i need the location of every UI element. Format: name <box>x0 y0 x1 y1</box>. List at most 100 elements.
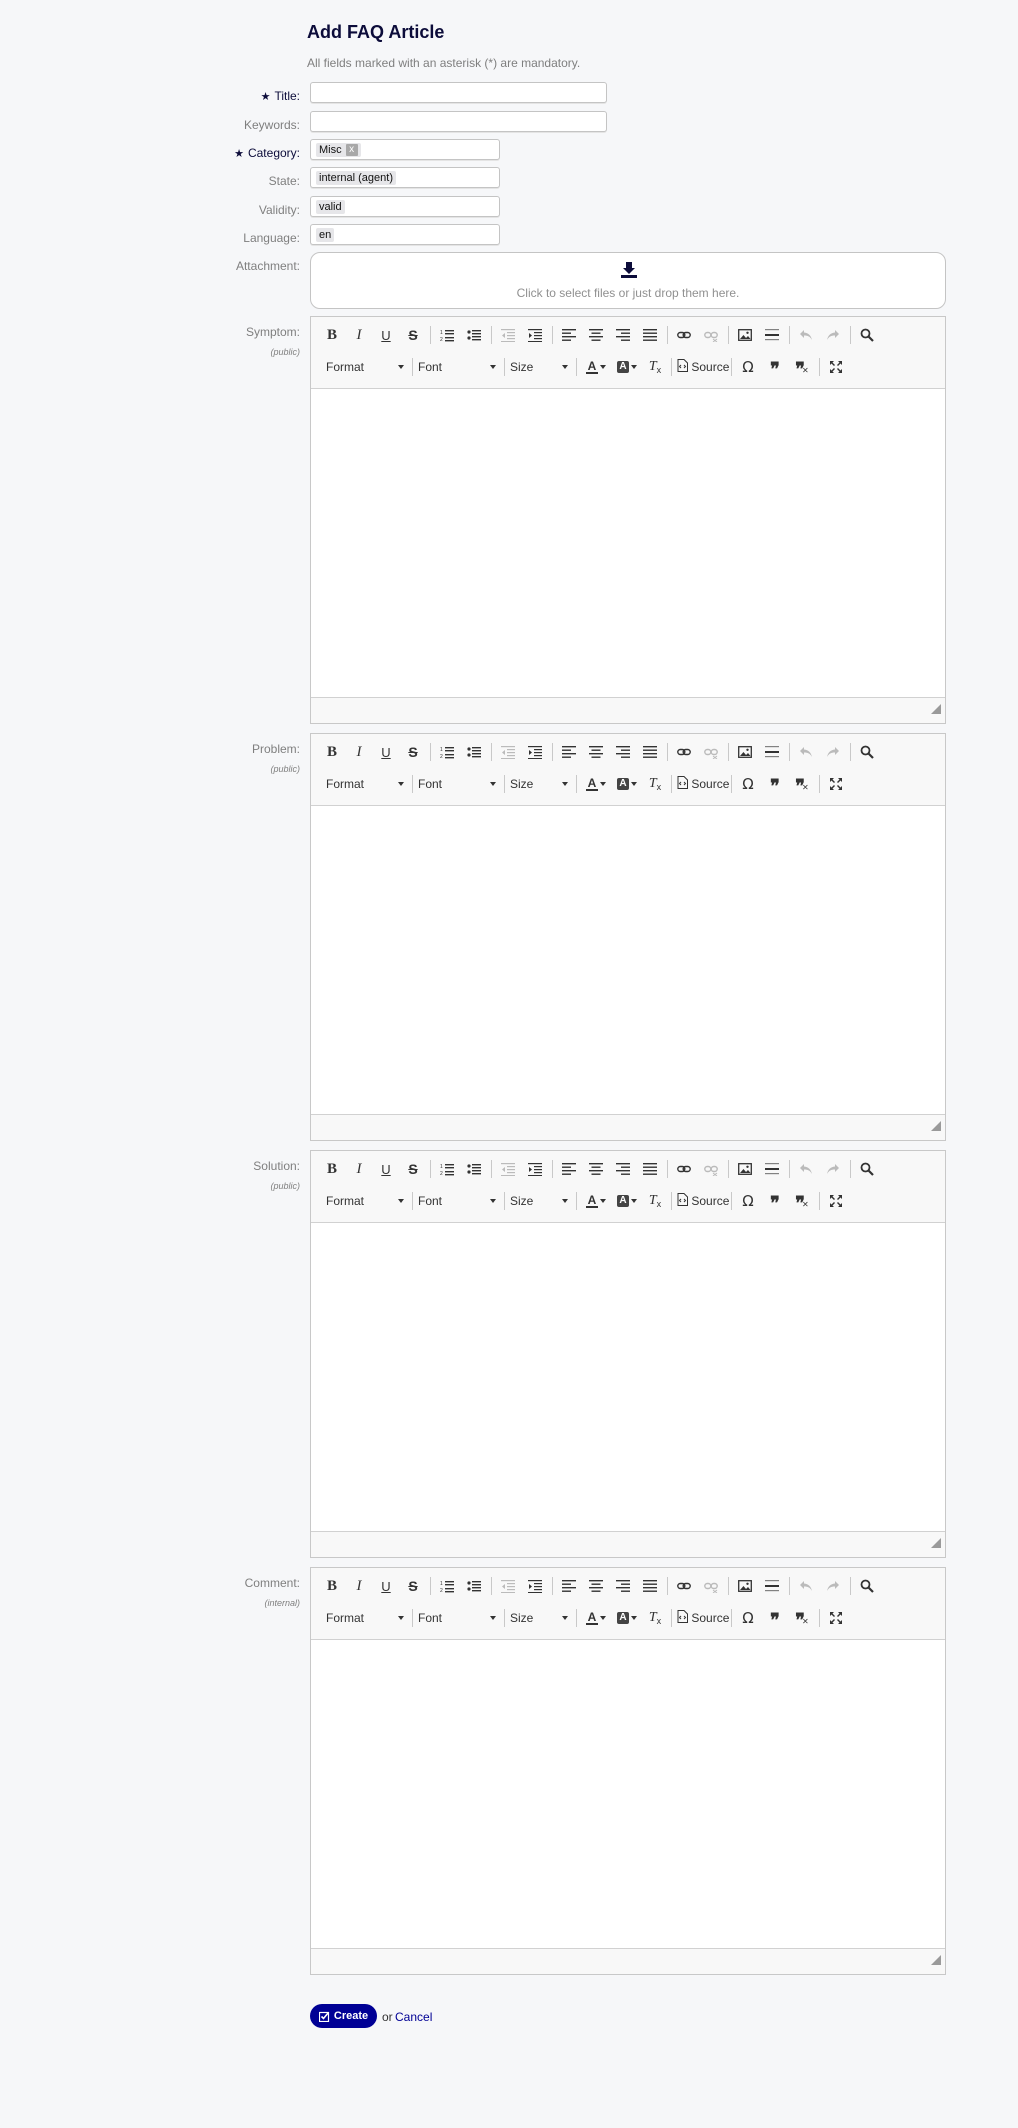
unlink-icon[interactable] <box>700 324 722 346</box>
remove-tag-icon[interactable]: x <box>345 144 358 156</box>
resize-grip-icon[interactable] <box>931 1118 941 1136</box>
italic-icon[interactable]: I <box>348 1575 370 1597</box>
link-icon[interactable] <box>673 741 695 763</box>
link-icon[interactable] <box>673 324 695 346</box>
outdent-icon[interactable] <box>497 324 519 346</box>
background-color-icon[interactable]: A <box>613 773 641 795</box>
size-dropdown[interactable]: Size <box>510 1191 568 1211</box>
indent-icon[interactable] <box>524 741 546 763</box>
text-color-icon[interactable]: A <box>582 773 610 795</box>
find-icon[interactable] <box>856 324 878 346</box>
bulleted-list-icon[interactable] <box>463 1575 485 1597</box>
blockquote-icon[interactable]: ❞ <box>764 1190 786 1213</box>
align-center-icon[interactable] <box>585 741 607 763</box>
keywords-input[interactable] <box>310 111 607 132</box>
bulleted-list-icon[interactable] <box>463 1158 485 1180</box>
horizontal-line-icon[interactable] <box>761 324 783 346</box>
maximize-icon[interactable] <box>825 1607 847 1629</box>
font-dropdown[interactable]: Font <box>418 774 496 794</box>
align-center-icon[interactable] <box>585 1158 607 1180</box>
unlink-icon[interactable] <box>700 741 722 763</box>
underline-icon[interactable]: U <box>375 1575 397 1597</box>
find-icon[interactable] <box>856 1575 878 1597</box>
editor-content-area[interactable] <box>311 1223 945 1532</box>
cancel-link[interactable]: Cancel <box>395 2010 432 2024</box>
text-color-icon[interactable]: A <box>582 1607 610 1629</box>
maximize-icon[interactable] <box>825 356 847 378</box>
background-color-icon[interactable]: A <box>613 1190 641 1212</box>
resize-grip-icon[interactable] <box>931 1952 941 1970</box>
strikethrough-icon[interactable]: S <box>402 741 424 763</box>
source-button[interactable]: Source <box>677 1608 729 1628</box>
horizontal-line-icon[interactable] <box>761 1575 783 1597</box>
bold-icon[interactable]: B <box>321 1158 343 1180</box>
special-char-icon[interactable]: Ω <box>737 773 759 795</box>
category-select[interactable]: Misc x <box>310 139 500 160</box>
align-left-icon[interactable] <box>558 741 580 763</box>
undo-icon[interactable] <box>795 324 817 346</box>
blockquote-icon[interactable]: ❞ <box>764 1607 786 1630</box>
strikethrough-icon[interactable]: S <box>402 1158 424 1180</box>
align-right-icon[interactable] <box>612 1575 634 1597</box>
editor-content-area[interactable] <box>311 1640 945 1949</box>
create-button[interactable]: Create <box>310 2004 377 2028</box>
horizontal-line-icon[interactable] <box>761 741 783 763</box>
size-dropdown[interactable]: Size <box>510 774 568 794</box>
underline-icon[interactable]: U <box>375 741 397 763</box>
italic-icon[interactable]: I <box>348 1158 370 1180</box>
align-left-icon[interactable] <box>558 1158 580 1180</box>
indent-icon[interactable] <box>524 1575 546 1597</box>
link-icon[interactable] <box>673 1575 695 1597</box>
maximize-icon[interactable] <box>825 773 847 795</box>
size-dropdown[interactable]: Size <box>510 1608 568 1628</box>
link-icon[interactable] <box>673 1158 695 1180</box>
italic-icon[interactable]: I <box>348 324 370 346</box>
resize-grip-icon[interactable] <box>931 1535 941 1553</box>
align-left-icon[interactable] <box>558 1575 580 1597</box>
redo-icon[interactable] <box>822 1158 844 1180</box>
blockquote-icon[interactable]: ❞ <box>764 773 786 796</box>
unlink-icon[interactable] <box>700 1158 722 1180</box>
remove-blockquote-icon[interactable]: ❞ ✕ <box>791 773 813 796</box>
outdent-icon[interactable] <box>497 1575 519 1597</box>
align-center-icon[interactable] <box>585 1575 607 1597</box>
outdent-icon[interactable] <box>497 741 519 763</box>
strikethrough-icon[interactable]: S <box>402 324 424 346</box>
text-color-icon[interactable]: A <box>582 1190 610 1212</box>
align-right-icon[interactable] <box>612 741 634 763</box>
numbered-list-icon[interactable]: 12 <box>436 1575 458 1597</box>
undo-icon[interactable] <box>795 1158 817 1180</box>
format-dropdown[interactable]: Format <box>326 357 404 377</box>
undo-icon[interactable] <box>795 1575 817 1597</box>
resize-grip-icon[interactable] <box>931 701 941 719</box>
image-icon[interactable] <box>734 1158 756 1180</box>
font-dropdown[interactable]: Font <box>418 1608 496 1628</box>
source-button[interactable]: Source <box>677 357 729 377</box>
format-dropdown[interactable]: Format <box>326 774 404 794</box>
remove-blockquote-icon[interactable]: ❞ ✕ <box>791 356 813 379</box>
image-icon[interactable] <box>734 324 756 346</box>
remove-blockquote-icon[interactable]: ❞ ✕ <box>791 1607 813 1630</box>
bold-icon[interactable]: B <box>321 1575 343 1597</box>
text-color-icon[interactable]: A <box>582 356 610 378</box>
state-select[interactable]: internal (agent) <box>310 167 500 188</box>
indent-icon[interactable] <box>524 1158 546 1180</box>
font-dropdown[interactable]: Font <box>418 1191 496 1211</box>
numbered-list-icon[interactable]: 12 <box>436 1158 458 1180</box>
redo-icon[interactable] <box>822 324 844 346</box>
numbered-list-icon[interactable]: 12 <box>436 741 458 763</box>
redo-icon[interactable] <box>822 741 844 763</box>
validity-select[interactable]: valid <box>310 196 500 217</box>
unlink-icon[interactable] <box>700 1575 722 1597</box>
special-char-icon[interactable]: Ω <box>737 1607 759 1629</box>
strikethrough-icon[interactable]: S <box>402 1575 424 1597</box>
source-button[interactable]: Source <box>677 1191 729 1211</box>
justify-icon[interactable] <box>639 741 661 763</box>
outdent-icon[interactable] <box>497 1158 519 1180</box>
italic-icon[interactable]: I <box>348 741 370 763</box>
find-icon[interactable] <box>856 741 878 763</box>
justify-icon[interactable] <box>639 324 661 346</box>
maximize-icon[interactable] <box>825 1190 847 1212</box>
bulleted-list-icon[interactable] <box>463 324 485 346</box>
blockquote-icon[interactable]: ❞ <box>764 356 786 379</box>
